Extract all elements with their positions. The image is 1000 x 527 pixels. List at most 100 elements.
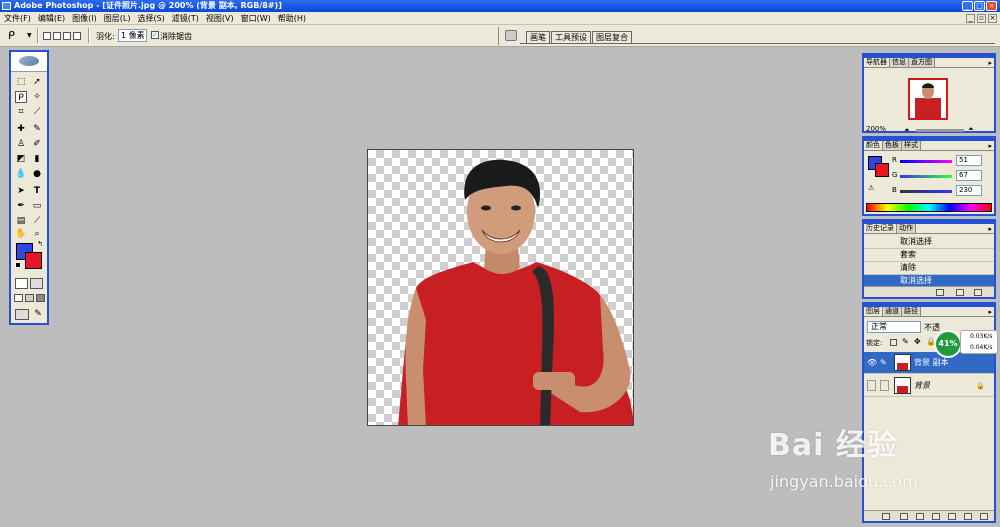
doc-restore-button[interactable]: ▫	[977, 14, 986, 23]
panel-menu-icon[interactable]: ▸	[988, 308, 992, 316]
link-box[interactable]	[880, 380, 889, 391]
crop-tool-icon[interactable]: ⌗	[15, 106, 27, 118]
gamut-warning-icon[interactable]: ⚠	[868, 184, 874, 192]
minimize-button[interactable]: _	[962, 1, 973, 11]
quick-mask-icon[interactable]	[30, 278, 43, 289]
dodge-tool-icon[interactable]: ●	[31, 168, 43, 180]
file-browser-icon[interactable]	[505, 30, 517, 41]
menu-help[interactable]: 帮助(H)	[278, 13, 306, 24]
menu-file[interactable]: 文件(F)	[4, 13, 31, 24]
brush-link-icon[interactable]: ✎	[880, 352, 887, 374]
history-item[interactable]: 套索	[864, 249, 994, 262]
menu-layer[interactable]: 图层(L)	[104, 13, 131, 24]
layer-name[interactable]: 背景	[914, 381, 930, 390]
path-selection-icon[interactable]: ➤	[15, 185, 27, 197]
tab-swatches[interactable]: 色板	[883, 141, 902, 150]
move-tool-icon[interactable]: ➚	[31, 76, 43, 88]
tab-info[interactable]: 信息	[890, 58, 909, 67]
lock-transparency-icon[interactable]	[890, 339, 897, 346]
new-group-icon[interactable]	[932, 513, 940, 520]
tab-navigator[interactable]: 导航器	[864, 58, 890, 67]
g-value[interactable]: 67	[956, 170, 982, 181]
history-brush-icon[interactable]: ✐	[31, 138, 43, 150]
menu-window[interactable]: 窗口(W)	[241, 13, 271, 24]
toolbox-header[interactable]	[11, 52, 47, 72]
screen-mode-full-menu-icon[interactable]	[25, 294, 34, 302]
link-layers-icon[interactable]	[882, 513, 890, 520]
menu-edit[interactable]: 编辑(E)	[38, 13, 65, 24]
eraser-tool-icon[interactable]: ◩	[15, 153, 27, 165]
tab-color[interactable]: 颜色	[864, 141, 883, 150]
add-selection-icon[interactable]	[53, 32, 61, 40]
new-selection-icon[interactable]	[43, 32, 51, 40]
notes-tool-icon[interactable]: ▤	[15, 215, 27, 227]
zoom-in-icon[interactable]: ⏶	[968, 125, 974, 134]
new-snapshot-icon[interactable]	[956, 289, 964, 296]
history-item[interactable]: 取消选择	[864, 236, 994, 249]
clone-stamp-icon[interactable]: ♙	[15, 138, 27, 150]
zoom-out-icon[interactable]: ⏶	[904, 126, 910, 135]
b-slider[interactable]	[900, 190, 952, 193]
type-tool-icon[interactable]: T	[31, 185, 43, 197]
color-bg-swatch[interactable]	[875, 163, 889, 177]
delete-layer-icon[interactable]	[980, 513, 988, 520]
g-slider[interactable]	[900, 175, 952, 178]
gradient-tool-icon[interactable]: ▮	[31, 153, 43, 165]
maximize-button[interactable]: □	[974, 1, 985, 11]
slice-tool-icon[interactable]: ⟋	[31, 106, 43, 118]
tab-styles[interactable]: 样式	[902, 141, 921, 150]
panel-menu-icon[interactable]: ▸	[988, 142, 992, 150]
lock-image-icon[interactable]: ✎	[902, 337, 909, 346]
antialias-checkbox[interactable]: ✓	[151, 31, 159, 39]
zoom-slider[interactable]	[916, 129, 964, 132]
blur-tool-icon[interactable]: 💧	[15, 168, 27, 180]
b-value[interactable]: 230	[956, 185, 982, 196]
tab-layers[interactable]: 图层	[864, 307, 883, 316]
navigator-thumbnail[interactable]	[908, 78, 948, 120]
eye-icon[interactable]: 👁	[867, 352, 877, 374]
new-layer-icon[interactable]	[964, 513, 972, 520]
blend-mode-select[interactable]: 正常	[867, 321, 921, 333]
document-canvas[interactable]	[367, 149, 634, 426]
color-ramp[interactable]	[866, 203, 992, 212]
tab-history[interactable]: 历史记录	[864, 224, 897, 233]
layer-style-icon[interactable]	[900, 513, 908, 520]
layer-mask-icon[interactable]	[916, 513, 924, 520]
default-colors-icon[interactable]	[15, 262, 21, 268]
menu-view[interactable]: 视图(V)	[206, 13, 234, 24]
doc-minimize-button[interactable]: _	[966, 14, 975, 23]
screen-mode-full-icon[interactable]	[36, 294, 45, 302]
imageready-brush-icon[interactable]: ✎	[32, 308, 44, 320]
shape-tool-icon[interactable]: ▭	[31, 200, 43, 212]
feather-input[interactable]: 1 像素	[118, 29, 147, 42]
layer-name[interactable]: 背景 副本	[914, 358, 949, 367]
lock-position-icon[interactable]: ✥	[914, 337, 921, 346]
subtract-selection-icon[interactable]	[63, 32, 71, 40]
menu-filter[interactable]: 滤镜(T)	[172, 13, 199, 24]
doc-close-button[interactable]: ×	[988, 14, 997, 23]
adjustment-layer-icon[interactable]	[948, 513, 956, 520]
tab-channels[interactable]: 通道	[883, 307, 902, 316]
layer-row-background-copy[interactable]: 👁 ✎ 背景 副本	[864, 352, 994, 374]
screen-mode-standard-icon[interactable]	[14, 294, 23, 302]
lasso-tool-icon[interactable]: ᑭ	[15, 91, 27, 103]
menu-image[interactable]: 图像(I)	[72, 13, 97, 24]
visibility-box[interactable]	[867, 380, 876, 391]
navigator-zoom-value[interactable]: 200%	[866, 125, 886, 133]
tab-histogram[interactable]: 直方图	[909, 58, 935, 67]
r-slider[interactable]	[900, 160, 952, 163]
lasso-tool-preset-icon[interactable]: ᑭ	[8, 29, 15, 42]
panel-menu-icon[interactable]: ▸	[988, 59, 992, 67]
marquee-tool-icon[interactable]: ⬚	[15, 76, 27, 88]
intersect-selection-icon[interactable]	[73, 32, 81, 40]
magic-wand-tool-icon[interactable]: ✧	[31, 91, 43, 103]
trash-icon[interactable]	[974, 289, 982, 296]
swap-colors-icon[interactable]: ↰	[37, 240, 43, 248]
eyedropper-tool-icon[interactable]: ⟋	[31, 215, 43, 227]
pen-tool-icon[interactable]: ✒	[15, 200, 27, 212]
history-item[interactable]: 清除	[864, 262, 994, 275]
tab-actions[interactable]: 动作	[897, 224, 916, 233]
standard-mode-icon[interactable]	[15, 278, 28, 289]
new-document-from-state-icon[interactable]	[936, 289, 944, 296]
brush-tool-icon[interactable]: ✎	[31, 123, 43, 135]
